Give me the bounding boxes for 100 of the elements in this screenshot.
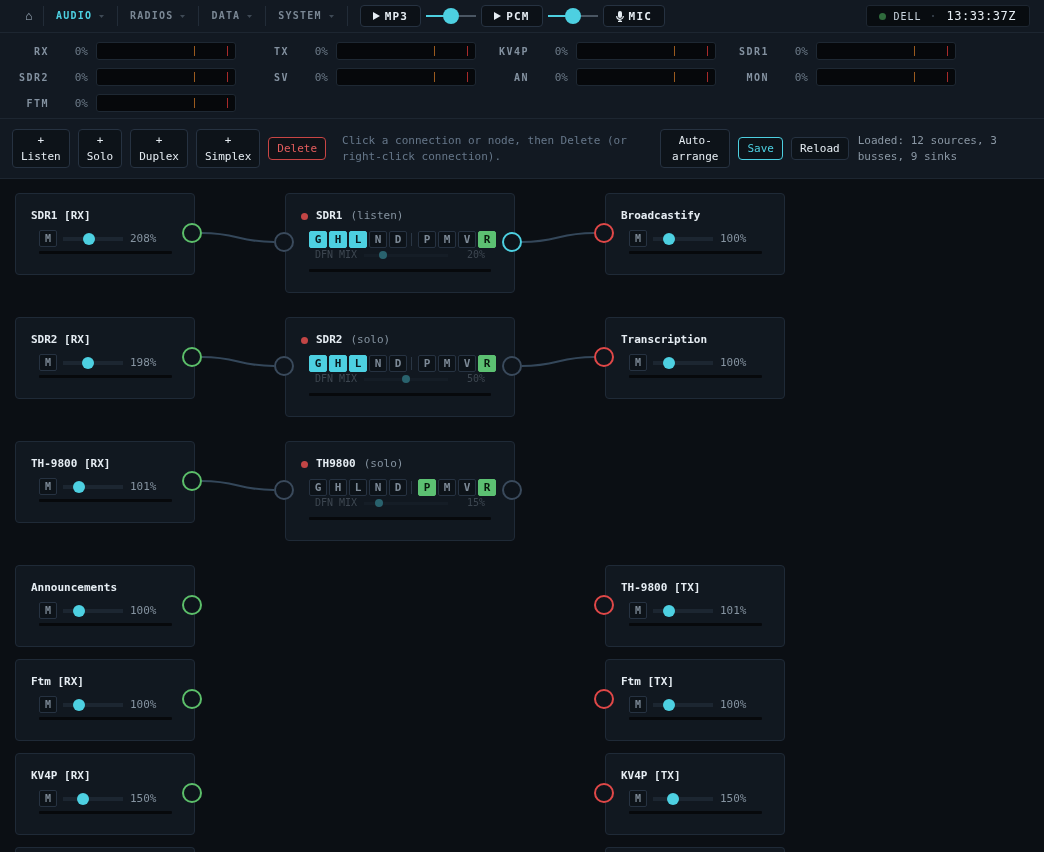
toggle-button[interactable]: D bbox=[389, 355, 407, 372]
toggle-button[interactable]: R bbox=[478, 479, 496, 496]
output-port[interactable] bbox=[182, 223, 202, 243]
add-node-button[interactable]: + Listen bbox=[12, 129, 70, 168]
source-node[interactable]: Ftm [RX] M 100% bbox=[15, 659, 195, 741]
source-node[interactable]: Announcements M 100% bbox=[15, 565, 195, 647]
input-port[interactable] bbox=[594, 347, 614, 367]
toggle-button[interactable]: P bbox=[418, 231, 436, 248]
play-button[interactable]: PCM bbox=[481, 5, 543, 27]
output-port[interactable] bbox=[182, 783, 202, 803]
mute-button[interactable]: M bbox=[39, 230, 57, 247]
toggle-button[interactable]: L bbox=[349, 479, 367, 496]
toggle-button[interactable]: R bbox=[478, 231, 496, 248]
mute-button[interactable]: M bbox=[629, 602, 647, 619]
toggle-button[interactable]: N bbox=[369, 479, 387, 496]
node-title: KV4P [TX] bbox=[621, 769, 682, 782]
toggle-button[interactable]: P bbox=[418, 479, 436, 496]
slider-thumb[interactable] bbox=[82, 356, 95, 369]
output-port[interactable] bbox=[182, 595, 202, 615]
sink-node[interactable] bbox=[605, 847, 785, 852]
add-node-button[interactable]: + Solo bbox=[77, 129, 123, 168]
toggle-button[interactable]: H bbox=[329, 479, 347, 496]
output-port[interactable] bbox=[182, 689, 202, 709]
slider-thumb[interactable] bbox=[663, 604, 676, 617]
home-button[interactable]: ⌂ bbox=[14, 8, 43, 24]
sink-node[interactable]: Ftm [TX] M 100% bbox=[605, 659, 785, 741]
toggle-button[interactable]: V bbox=[458, 479, 476, 496]
slider-thumb[interactable] bbox=[73, 698, 86, 711]
source-node[interactable] bbox=[15, 847, 195, 852]
mute-button[interactable]: M bbox=[629, 354, 647, 371]
input-port[interactable] bbox=[274, 480, 294, 500]
toggle-button[interactable]: G bbox=[309, 231, 327, 248]
toggle-button[interactable]: H bbox=[329, 355, 347, 372]
slider-thumb[interactable] bbox=[443, 8, 460, 24]
slider-thumb[interactable] bbox=[663, 698, 676, 711]
input-port[interactable] bbox=[274, 232, 294, 252]
input-port[interactable] bbox=[594, 689, 614, 709]
toggle-button[interactable]: M bbox=[438, 231, 456, 248]
mute-button[interactable]: M bbox=[39, 696, 57, 713]
mute-button[interactable]: M bbox=[629, 790, 647, 807]
toggle-button[interactable]: N bbox=[369, 355, 387, 372]
sink-node[interactable]: KV4P [TX] M 150% bbox=[605, 753, 785, 835]
nav-tab[interactable]: RADIOS bbox=[118, 9, 199, 23]
slider-thumb[interactable] bbox=[564, 8, 581, 24]
slider-thumb[interactable] bbox=[663, 232, 676, 245]
toggle-button[interactable]: G bbox=[309, 479, 327, 496]
toggle-button[interactable]: L bbox=[349, 231, 367, 248]
output-port[interactable] bbox=[182, 347, 202, 367]
source-node[interactable]: SDR2 [RX] M 198% bbox=[15, 317, 195, 399]
source-node[interactable]: TH-9800 [RX] M 101% bbox=[15, 441, 195, 523]
source-node[interactable]: KV4P [RX] M 150% bbox=[15, 753, 195, 835]
toggle-button[interactable]: V bbox=[458, 355, 476, 372]
source-node[interactable]: SDR1 [RX] M 208% bbox=[15, 193, 195, 275]
toggle-button[interactable]: M bbox=[438, 479, 456, 496]
toggle-button[interactable]: H bbox=[329, 231, 347, 248]
output-port[interactable] bbox=[502, 232, 522, 252]
input-port[interactable] bbox=[274, 356, 294, 376]
mic-button[interactable]: MIC bbox=[602, 5, 666, 27]
output-port[interactable] bbox=[182, 471, 202, 491]
slider-thumb[interactable] bbox=[73, 604, 86, 617]
node-title: KV4P [RX] bbox=[31, 769, 92, 782]
input-port[interactable] bbox=[594, 595, 614, 615]
slider-thumb[interactable] bbox=[73, 480, 86, 493]
toggle-button[interactable]: R bbox=[478, 355, 496, 372]
toggle-button[interactable]: N bbox=[369, 231, 387, 248]
nav-tab[interactable]: AUDIO bbox=[44, 9, 118, 23]
input-port[interactable] bbox=[594, 783, 614, 803]
save-button[interactable]: Save bbox=[738, 137, 783, 160]
sink-node[interactable]: Transcription M 100% bbox=[605, 317, 785, 399]
auto-arrange-button[interactable]: Auto-arrange bbox=[660, 129, 731, 168]
add-node-button[interactable]: + Simplex bbox=[195, 129, 261, 168]
add-node-button[interactable]: + Duplex bbox=[130, 129, 188, 168]
mute-button[interactable]: M bbox=[39, 602, 57, 619]
slider-thumb[interactable] bbox=[76, 792, 89, 805]
mute-button[interactable]: M bbox=[629, 230, 647, 247]
play-button[interactable]: MP3 bbox=[359, 5, 422, 27]
sink-node[interactable]: Broadcastify M 100% bbox=[605, 193, 785, 275]
toggle-button[interactable]: G bbox=[309, 355, 327, 372]
nav-tab[interactable]: DATA bbox=[199, 9, 266, 23]
volume-reading: 100% bbox=[130, 698, 157, 711]
slider-thumb[interactable] bbox=[83, 232, 96, 245]
mute-button[interactable]: M bbox=[39, 790, 57, 807]
input-port[interactable] bbox=[594, 223, 614, 243]
mute-button[interactable]: M bbox=[629, 696, 647, 713]
toggle-button[interactable]: M bbox=[438, 355, 456, 372]
slider-thumb[interactable] bbox=[666, 792, 679, 805]
meter-label: SDR1 bbox=[737, 45, 769, 57]
delete-button[interactable]: Delete bbox=[268, 137, 327, 160]
toggle-button[interactable]: D bbox=[389, 479, 407, 496]
nav-tab[interactable]: SYSTEM bbox=[266, 9, 347, 23]
toggle-button[interactable]: V bbox=[458, 231, 476, 248]
reload-button[interactable]: Reload bbox=[790, 137, 849, 160]
host-name: DELL bbox=[893, 10, 922, 22]
slider-thumb[interactable] bbox=[663, 356, 676, 369]
mute-button[interactable]: M bbox=[39, 354, 57, 371]
toggle-button[interactable]: P bbox=[418, 355, 436, 372]
toggle-button[interactable]: L bbox=[349, 355, 367, 372]
sink-node[interactable]: TH-9800 [TX] M 101% bbox=[605, 565, 785, 647]
mute-button[interactable]: M bbox=[39, 478, 57, 495]
toggle-button[interactable]: D bbox=[389, 231, 407, 248]
